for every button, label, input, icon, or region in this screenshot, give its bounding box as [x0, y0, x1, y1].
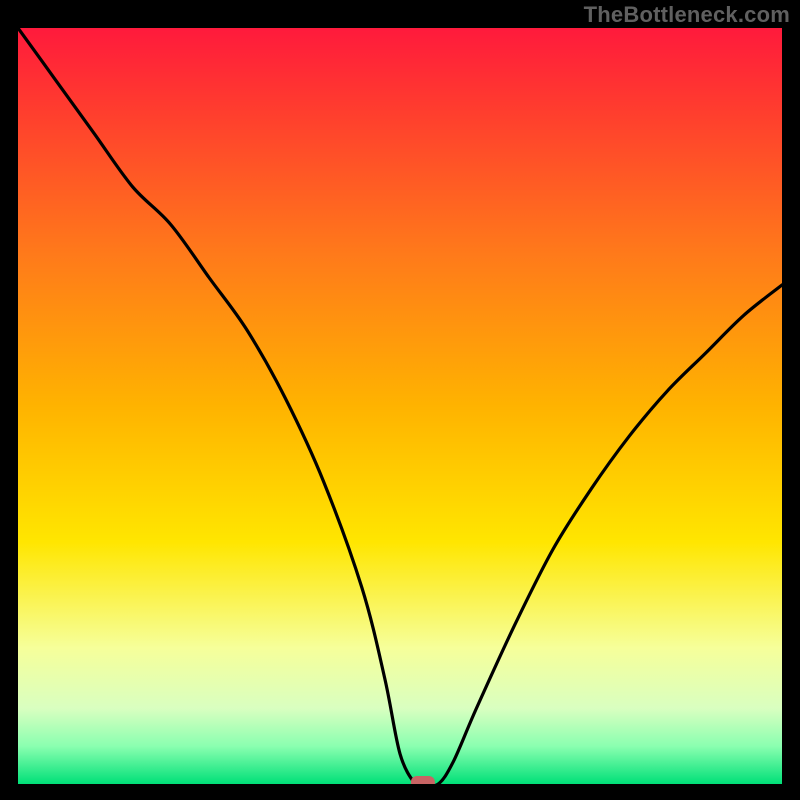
bottleneck-chart: [18, 28, 782, 784]
gradient-background: [18, 28, 782, 784]
optimal-point-marker: [411, 776, 435, 784]
chart-container: TheBottleneck.com: [0, 0, 800, 800]
watermark-text: TheBottleneck.com: [584, 2, 790, 28]
